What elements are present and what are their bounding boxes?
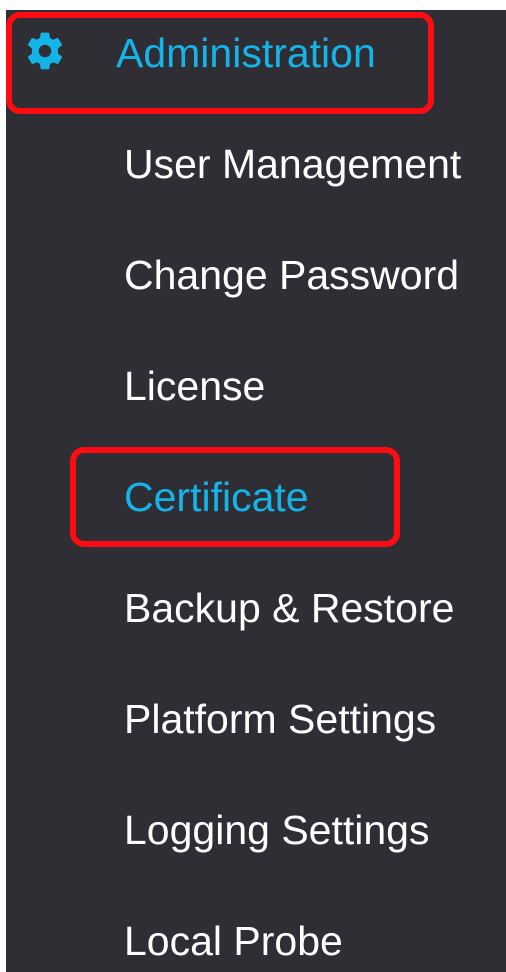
sidebar-item-backup-restore[interactable]: Backup & Restore	[124, 583, 454, 633]
sidebar-item-change-password[interactable]: Change Password	[124, 250, 459, 300]
sidebar-menu: Administration User Management Change Pa…	[6, 10, 506, 972]
sidebar-item-license[interactable]: License	[124, 361, 265, 411]
sidebar-section-label: Administration	[116, 30, 376, 76]
sidebar-section-administration[interactable]: Administration	[6, 10, 506, 110]
sidebar-item-logging-settings[interactable]: Logging Settings	[124, 805, 429, 855]
sidebar-item-platform-settings[interactable]: Platform Settings	[124, 694, 436, 744]
sidebar-item-local-probe[interactable]: Local Probe	[124, 916, 343, 966]
gear-icon	[27, 32, 63, 70]
sidebar-item-certificate[interactable]: Certificate	[124, 472, 309, 522]
sidebar-item-user-management[interactable]: User Management	[124, 139, 461, 189]
